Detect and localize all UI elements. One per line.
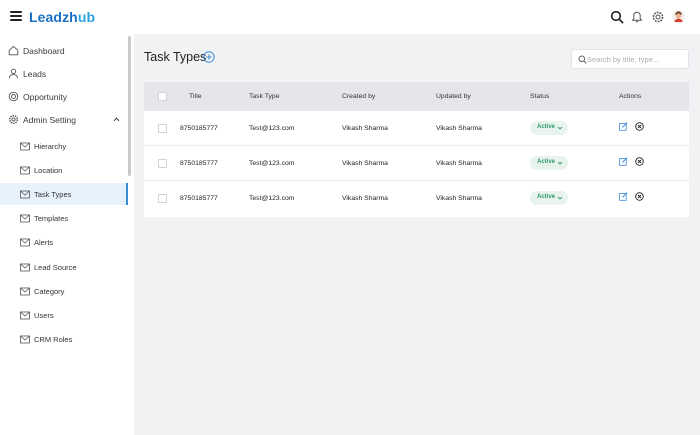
logo-prefix: Leadzh	[29, 9, 78, 25]
sidebar: Dashboard Leads Opportunity Admin Settin…	[0, 34, 134, 435]
status-badge: Active	[537, 194, 556, 200]
sidebar-item-label: Lead Source	[34, 262, 77, 272]
cell-created-by: Vikash Sharma	[342, 160, 388, 167]
mail-icon	[20, 335, 30, 344]
mail-icon	[20, 238, 30, 247]
table-row: 8750185777 Test@123.com Vikash Sharma Vi…	[144, 146, 689, 181]
status-dropdown[interactable]: Active	[530, 156, 568, 170]
cell-updated-by: Vikash Sharma	[436, 125, 482, 132]
cell-title: 8750185777	[180, 195, 218, 202]
column-header-title: Title	[189, 93, 202, 100]
delete-icon[interactable]	[635, 157, 644, 166]
sidebar-item-label: Hierarchy	[34, 141, 67, 151]
top-bar: Leadzhub	[0, 0, 700, 34]
sidebar-scrollbar[interactable]	[128, 36, 131, 176]
cell-created-by: Vikash Sharma	[342, 195, 388, 202]
mail-icon	[20, 263, 30, 272]
row-checkbox[interactable]	[158, 194, 167, 203]
cell-task-type: Test@123.com	[249, 125, 295, 132]
sidebar-item-label: Dashboard	[23, 46, 65, 56]
cell-updated-by: Vikash Sharma	[436, 160, 482, 167]
sidebar-item-dashboard[interactable]: Dashboard	[0, 40, 128, 62]
status-dropdown[interactable]: Active	[530, 191, 568, 205]
status-dropdown[interactable]: Active	[530, 121, 568, 135]
sidebar-item-label: Alerts	[34, 237, 54, 247]
home-icon	[8, 45, 19, 56]
sidebar-item-hierarchy[interactable]: Hierarchy	[0, 135, 128, 157]
cell-created-by: Vikash Sharma	[342, 125, 388, 132]
opportunity-icon	[8, 91, 19, 102]
sidebar-item-alerts[interactable]: Alerts	[0, 231, 128, 253]
mail-icon	[20, 287, 30, 296]
search-box	[571, 49, 689, 69]
row-checkbox[interactable]	[158, 124, 167, 133]
column-header-created-by: Created by	[342, 93, 376, 100]
sidebar-item-label: Task Types	[34, 189, 72, 199]
mail-icon	[20, 166, 30, 175]
chevron-up-icon[interactable]	[113, 116, 120, 123]
sidebar-item-label: Category	[34, 286, 65, 296]
edit-icon[interactable]	[619, 122, 628, 131]
mail-icon	[20, 311, 30, 320]
sidebar-item-leads[interactable]: Leads	[0, 63, 128, 85]
mail-icon	[20, 190, 30, 199]
sidebar-item-templates[interactable]: Templates	[0, 207, 128, 229]
bell-icon[interactable]	[630, 10, 644, 24]
chevron-down-icon	[557, 196, 563, 200]
delete-icon[interactable]	[635, 192, 644, 201]
cell-task-type: Test@123.com	[249, 195, 295, 202]
sidebar-item-location[interactable]: Location	[0, 159, 128, 181]
column-header-actions: Actions	[619, 93, 642, 100]
chevron-down-icon	[557, 161, 563, 165]
mail-icon	[20, 214, 30, 223]
user-icon	[8, 68, 19, 79]
sidebar-item-opportunity[interactable]: Opportunity	[0, 86, 128, 108]
page-title: Task Types	[144, 50, 207, 64]
delete-icon[interactable]	[635, 122, 644, 131]
user-avatar[interactable]	[672, 10, 685, 24]
column-header-status: Status	[530, 93, 550, 100]
row-checkbox[interactable]	[158, 159, 167, 168]
task-types-table: Title Task Type Created by Updated by St…	[144, 82, 689, 217]
edit-icon[interactable]	[619, 157, 628, 166]
table-header: Title Task Type Created by Updated by St…	[144, 82, 689, 111]
sidebar-item-label: CRM Roles	[34, 334, 73, 344]
column-header-updated-by: Updated by	[436, 93, 471, 100]
add-task-type-button[interactable]	[203, 51, 215, 63]
app-logo[interactable]: Leadzhub	[29, 9, 95, 25]
logo-accent: ub	[77, 9, 96, 25]
cell-task-type: Test@123.com	[249, 160, 295, 167]
sidebar-item-task-types[interactable]: Task Types	[0, 183, 128, 205]
table-row: 8750185777 Test@123.com Vikash Sharma Vi…	[144, 181, 689, 216]
hamburger-menu-icon[interactable]	[10, 11, 22, 21]
select-all-checkbox[interactable]	[158, 92, 167, 101]
gear-icon	[9, 115, 18, 124]
sidebar-item-label: Location	[34, 165, 63, 175]
status-badge: Active	[537, 124, 556, 130]
cell-title: 8750185777	[180, 125, 218, 132]
search-icon[interactable]	[610, 10, 624, 24]
mail-icon	[20, 142, 30, 151]
cell-title: 8750185777	[180, 160, 218, 167]
sidebar-item-admin-setting[interactable]: Admin Setting	[0, 109, 128, 131]
gear-icon[interactable]	[651, 10, 665, 24]
sidebar-item-lead-source[interactable]: Lead Source	[0, 256, 128, 278]
search-input[interactable]	[587, 52, 687, 67]
sidebar-item-category[interactable]: Category	[0, 280, 128, 302]
sidebar-item-crm-roles[interactable]: CRM Roles	[0, 328, 128, 350]
cell-updated-by: Vikash Sharma	[436, 195, 482, 202]
sidebar-item-label: Users	[34, 310, 54, 320]
sidebar-item-label: Opportunity	[23, 92, 67, 102]
chevron-down-icon	[557, 126, 563, 130]
status-badge: Active	[537, 159, 556, 165]
sidebar-item-label: Leads	[23, 69, 47, 79]
sidebar-item-users[interactable]: Users	[0, 304, 128, 326]
search-icon	[578, 55, 587, 64]
edit-icon[interactable]	[619, 192, 628, 201]
table-row: 8750185777 Test@123.com Vikash Sharma Vi…	[144, 111, 689, 146]
column-header-task-type: Task Type	[249, 93, 280, 100]
sidebar-item-label: Admin Setting	[23, 115, 76, 125]
sidebar-item-label: Templates	[34, 213, 69, 223]
